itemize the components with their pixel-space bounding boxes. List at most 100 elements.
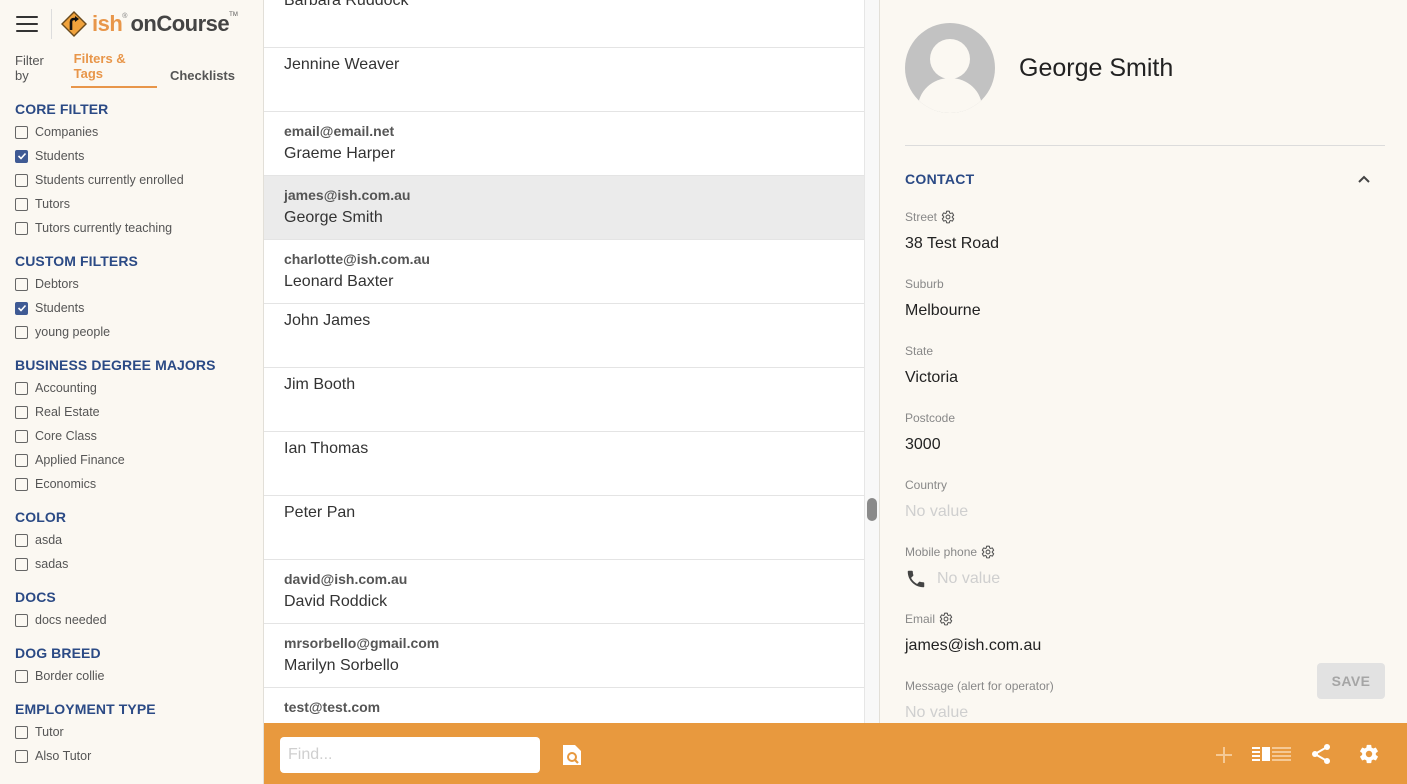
checkbox-unchecked[interactable] bbox=[15, 533, 28, 547]
filter-checkbox-row[interactable]: Students bbox=[15, 144, 248, 168]
filter-group: COLOR asda sadas bbox=[15, 508, 248, 576]
checkbox-unchecked[interactable] bbox=[15, 453, 28, 467]
checkbox-checked[interactable] bbox=[15, 301, 28, 315]
list-item[interactable]: Jennine Weaver bbox=[264, 48, 864, 112]
list-item[interactable]: Barbara Ruddock bbox=[264, 0, 864, 48]
checkbox-unchecked[interactable] bbox=[15, 613, 28, 627]
field-value[interactable]: No value bbox=[937, 570, 1000, 588]
add-icon[interactable] bbox=[1214, 745, 1234, 765]
field-label: Street bbox=[905, 210, 938, 224]
filter-checkbox-row[interactable]: docs needed bbox=[15, 608, 248, 632]
field-value[interactable]: Melbourne bbox=[905, 302, 981, 320]
checkbox-unchecked[interactable] bbox=[15, 325, 28, 339]
list-item-email: david@ish.com.au bbox=[284, 571, 408, 587]
filter-checkbox-row[interactable]: Accounting bbox=[15, 376, 248, 400]
filter-checkbox-label: Core Class bbox=[35, 429, 97, 443]
field-label: Email bbox=[905, 612, 936, 626]
field-value-row[interactable]: 38 Test Road bbox=[905, 234, 999, 254]
filter-checkbox-row[interactable]: Tutor bbox=[15, 720, 248, 744]
field-value[interactable]: No value bbox=[905, 704, 968, 722]
filter-checkbox-row[interactable]: Tutors currently teaching bbox=[15, 216, 248, 240]
list-item[interactable]: mrsorbello@gmail.com Marilyn Sorbello bbox=[264, 624, 864, 688]
save-button[interactable]: SAVE bbox=[1317, 663, 1385, 699]
filter-group: EMPLOYMENT TYPE Tutor Also Tutor bbox=[15, 700, 248, 768]
chevron-up-icon[interactable] bbox=[1357, 172, 1371, 186]
list-item-name: George Smith bbox=[284, 209, 383, 226]
filter-checkbox-row[interactable]: Core Class bbox=[15, 424, 248, 448]
avatar[interactable] bbox=[905, 23, 995, 113]
checkbox-checked[interactable] bbox=[15, 149, 28, 163]
field-label: Suburb bbox=[905, 277, 944, 291]
find-document-icon[interactable] bbox=[561, 743, 583, 767]
checkbox-unchecked[interactable] bbox=[15, 405, 28, 419]
checkbox-unchecked[interactable] bbox=[15, 557, 28, 571]
filter-group: DOCS docs needed bbox=[15, 588, 248, 632]
menu-icon[interactable] bbox=[16, 16, 38, 32]
checkbox-unchecked[interactable] bbox=[15, 429, 28, 443]
field-value[interactable]: 38 Test Road bbox=[905, 235, 999, 253]
checkbox-unchecked[interactable] bbox=[15, 277, 28, 291]
filter-checkbox-row[interactable]: Applied Finance bbox=[15, 448, 248, 472]
field-value-row[interactable]: 3000 bbox=[905, 435, 955, 455]
filter-checkbox-row[interactable]: Students currently enrolled bbox=[15, 168, 248, 192]
filter-checkbox-row[interactable]: young people bbox=[15, 320, 248, 344]
checkbox-unchecked[interactable] bbox=[15, 125, 28, 139]
field-value-row[interactable]: Melbourne bbox=[905, 301, 981, 321]
tab-filters-tags[interactable]: Filters & Tags bbox=[70, 51, 157, 88]
find-input[interactable] bbox=[280, 737, 540, 773]
list-item[interactable]: charlotte@ish.com.au Leonard Baxter bbox=[264, 240, 864, 304]
filter-checkbox-row[interactable]: Debtors bbox=[15, 272, 248, 296]
field-value-row[interactable]: Victoria bbox=[905, 368, 958, 388]
field-settings-gear-icon[interactable] bbox=[939, 612, 953, 626]
checkbox-unchecked[interactable] bbox=[15, 221, 28, 235]
list-scrollbar[interactable] bbox=[864, 0, 880, 723]
contact-field: Message (alert for operator) No value bbox=[905, 678, 1054, 723]
tab-checklists[interactable]: Checklists bbox=[167, 68, 238, 88]
list-item[interactable]: John James bbox=[264, 304, 864, 368]
checkbox-unchecked[interactable] bbox=[15, 749, 28, 763]
list-item[interactable]: james@ish.com.au George Smith bbox=[264, 176, 864, 240]
filter-checkbox-row[interactable]: Students bbox=[15, 296, 248, 320]
scrollbar-thumb[interactable] bbox=[867, 498, 877, 521]
filter-checkbox-row[interactable]: Tutors bbox=[15, 192, 248, 216]
checkbox-unchecked[interactable] bbox=[15, 381, 28, 395]
list-item[interactable]: Peter Pan bbox=[264, 496, 864, 560]
logo-oncourse-text: onCourse bbox=[130, 11, 230, 36]
list-item[interactable]: email@email.net Graeme Harper bbox=[264, 112, 864, 176]
filter-group-title: EMPLOYMENT TYPE bbox=[15, 701, 156, 717]
layout-toggle-icon[interactable] bbox=[1252, 746, 1292, 763]
filter-checkbox-row[interactable]: Border collie bbox=[15, 664, 248, 688]
field-value[interactable]: No value bbox=[905, 503, 968, 521]
filter-checkbox-row[interactable]: Also Tutor bbox=[15, 744, 248, 768]
phone-icon[interactable] bbox=[905, 568, 927, 590]
list-item[interactable]: Jim Booth bbox=[264, 368, 864, 432]
field-value[interactable]: Victoria bbox=[905, 369, 958, 387]
field-value-row[interactable]: james@ish.com.au bbox=[905, 636, 1041, 656]
field-value-row[interactable]: No value bbox=[905, 569, 1000, 589]
filter-group: DOG BREED Border collie bbox=[15, 644, 248, 688]
settings-gear-icon[interactable] bbox=[1358, 743, 1380, 765]
field-value-row[interactable]: No value bbox=[905, 502, 968, 522]
filter-checkbox-row[interactable]: sadas bbox=[15, 552, 248, 576]
filter-checkbox-label: Debtors bbox=[35, 277, 79, 291]
filter-checkbox-row[interactable]: Economics bbox=[15, 472, 248, 496]
checkbox-unchecked[interactable] bbox=[15, 197, 28, 211]
checkbox-unchecked[interactable] bbox=[15, 173, 28, 187]
filter-checkbox-row[interactable]: asda bbox=[15, 528, 248, 552]
share-icon[interactable] bbox=[1310, 743, 1332, 765]
list-item[interactable]: Ian Thomas bbox=[264, 432, 864, 496]
checkbox-unchecked[interactable] bbox=[15, 725, 28, 739]
field-value[interactable]: 3000 bbox=[905, 436, 941, 454]
list-item[interactable]: david@ish.com.au David Roddick bbox=[264, 560, 864, 624]
field-value-row[interactable]: No value bbox=[905, 703, 1054, 723]
filter-checkbox-row[interactable]: Real Estate bbox=[15, 400, 248, 424]
filter-group-title: DOCS bbox=[15, 589, 56, 605]
checkbox-unchecked[interactable] bbox=[15, 477, 28, 491]
field-settings-gear-icon[interactable] bbox=[981, 545, 995, 559]
filter-checkbox-row[interactable]: Companies bbox=[15, 120, 248, 144]
filter-checkbox-label: docs needed bbox=[35, 613, 107, 627]
checkbox-unchecked[interactable] bbox=[15, 669, 28, 683]
field-settings-gear-icon[interactable] bbox=[941, 210, 955, 224]
field-value[interactable]: james@ish.com.au bbox=[905, 637, 1041, 655]
list-item[interactable]: test@test.com bbox=[264, 688, 864, 723]
